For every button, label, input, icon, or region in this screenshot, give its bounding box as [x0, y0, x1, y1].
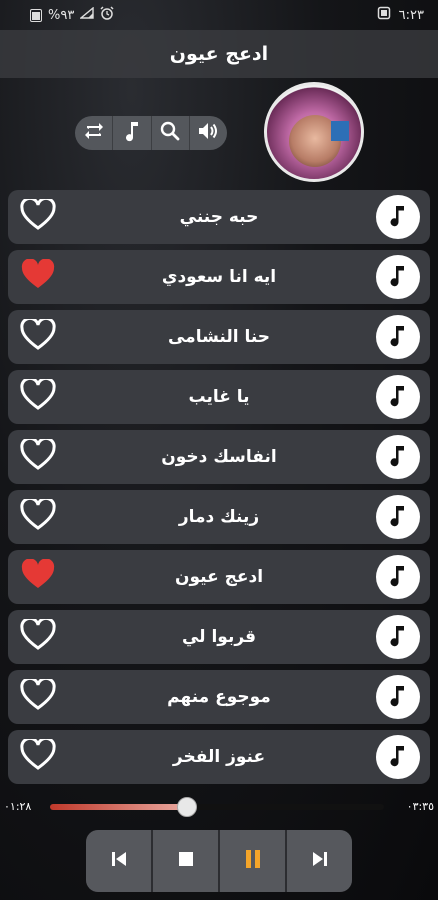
previous-button[interactable] — [86, 830, 153, 892]
status-right: ٦:٢٣ — [377, 6, 424, 24]
heart-outline-icon — [20, 676, 56, 715]
song-row[interactable]: حبه جنني — [8, 190, 430, 244]
play-song-button[interactable] — [376, 195, 420, 239]
favorite-button[interactable] — [18, 676, 58, 717]
play-song-button[interactable] — [376, 735, 420, 779]
title-bar: ادعج عيون — [0, 30, 438, 78]
music-note-icon — [387, 323, 409, 351]
song-title: حنا النشامى — [167, 327, 271, 347]
seek-slider[interactable] — [50, 797, 384, 817]
album-art — [264, 82, 364, 182]
song-title: قربوا لي — [181, 627, 257, 647]
heart-outline-icon — [20, 616, 56, 655]
favorite-button[interactable] — [18, 736, 58, 777]
favorite-button[interactable] — [18, 376, 58, 417]
play-song-button[interactable] — [376, 375, 420, 419]
song-title: موجوع منهم — [167, 687, 271, 707]
music-note-icon — [387, 503, 409, 531]
song-row[interactable]: انفاسك دخون — [8, 430, 430, 484]
heart-outline-icon — [20, 316, 56, 355]
heart-filled-icon — [20, 558, 56, 595]
battery-icon — [30, 8, 42, 22]
music-note-button[interactable] — [113, 116, 152, 150]
song-list: حبه جنني ايه انا سعودي حنا النشامى يا غا… — [8, 190, 430, 790]
heart-outline-icon — [20, 436, 56, 475]
screenshot-icon — [377, 6, 391, 24]
previous-icon — [109, 850, 129, 872]
song-row[interactable]: موجوع منهم — [8, 670, 430, 724]
heart-outline-icon — [20, 496, 56, 535]
status-left: %٩٣ — [30, 6, 114, 24]
heart-outline-icon — [20, 196, 56, 235]
favorite-button[interactable] — [18, 496, 58, 537]
stop-button[interactable] — [153, 830, 220, 892]
page-title: ادعج عيون — [169, 43, 269, 65]
song-title: ايه انا سعودي — [161, 267, 277, 287]
music-note-icon — [387, 683, 409, 711]
music-note-icon — [387, 203, 409, 231]
volume-button[interactable] — [190, 116, 227, 150]
volume-icon — [197, 121, 219, 145]
search-icon — [160, 121, 180, 145]
song-title: انفاسك دخون — [161, 447, 277, 467]
repeat-button[interactable] — [75, 116, 114, 150]
search-button[interactable] — [152, 116, 190, 150]
music-note-icon — [387, 623, 409, 651]
play-song-button[interactable] — [376, 435, 420, 479]
battery-percent: %٩٣ — [48, 7, 75, 23]
stop-icon — [178, 851, 194, 871]
play-song-button[interactable] — [376, 495, 420, 539]
heart-filled-icon — [20, 258, 56, 295]
song-title: يا غايب — [188, 387, 250, 407]
song-title: حبه جنني — [179, 207, 259, 227]
header-controls — [75, 116, 227, 150]
heart-outline-icon — [20, 376, 56, 415]
play-song-button[interactable] — [376, 315, 420, 359]
music-note-icon — [387, 383, 409, 411]
favorite-button[interactable] — [18, 557, 58, 597]
song-row[interactable]: قربوا لي — [8, 610, 430, 664]
music-note-icon — [122, 120, 142, 146]
favorite-button[interactable] — [18, 196, 58, 237]
player-controls — [86, 830, 352, 892]
seek-progress — [50, 804, 187, 810]
repeat-icon — [83, 120, 105, 146]
song-row[interactable]: حنا النشامى — [8, 310, 430, 364]
play-song-button[interactable] — [376, 615, 420, 659]
progress-bar: ٠١:٢٨ ٠٣:٣٥ — [0, 792, 438, 820]
seek-handle[interactable] — [176, 797, 197, 817]
alarm-icon — [100, 6, 114, 24]
album-badge — [331, 121, 349, 141]
song-title: عنوز الفخر — [172, 747, 266, 767]
play-song-button[interactable] — [376, 555, 420, 599]
favorite-button[interactable] — [18, 616, 58, 657]
pause-icon — [244, 849, 262, 873]
pause-button[interactable] — [220, 830, 287, 892]
music-note-icon — [387, 263, 409, 291]
song-row[interactable]: يا غايب — [8, 370, 430, 424]
play-song-button[interactable] — [376, 675, 420, 719]
elapsed-time: ٠١:٢٨ — [4, 800, 32, 813]
song-row[interactable]: زينك دمار — [8, 490, 430, 544]
song-row[interactable]: عنوز الفخر — [8, 730, 430, 784]
heart-outline-icon — [20, 736, 56, 775]
clock: ٦:٢٣ — [398, 7, 424, 23]
music-note-icon — [387, 443, 409, 471]
music-note-icon — [387, 743, 409, 771]
music-note-icon — [387, 563, 409, 591]
signal-icon — [79, 6, 95, 23]
favorite-button[interactable] — [18, 436, 58, 477]
favorite-button[interactable] — [18, 316, 58, 357]
song-title: زينك دمار — [178, 507, 260, 527]
next-icon — [310, 850, 330, 872]
total-time: ٠٣:٣٥ — [406, 800, 434, 813]
song-title: ادعج عيون — [174, 567, 264, 587]
next-button[interactable] — [287, 830, 352, 892]
song-row[interactable]: ايه انا سعودي — [8, 250, 430, 304]
song-row[interactable]: ادعج عيون — [8, 550, 430, 604]
play-song-button[interactable] — [376, 255, 420, 299]
favorite-button[interactable] — [18, 257, 58, 297]
status-bar: %٩٣ ٦:٢٣ — [0, 0, 438, 30]
